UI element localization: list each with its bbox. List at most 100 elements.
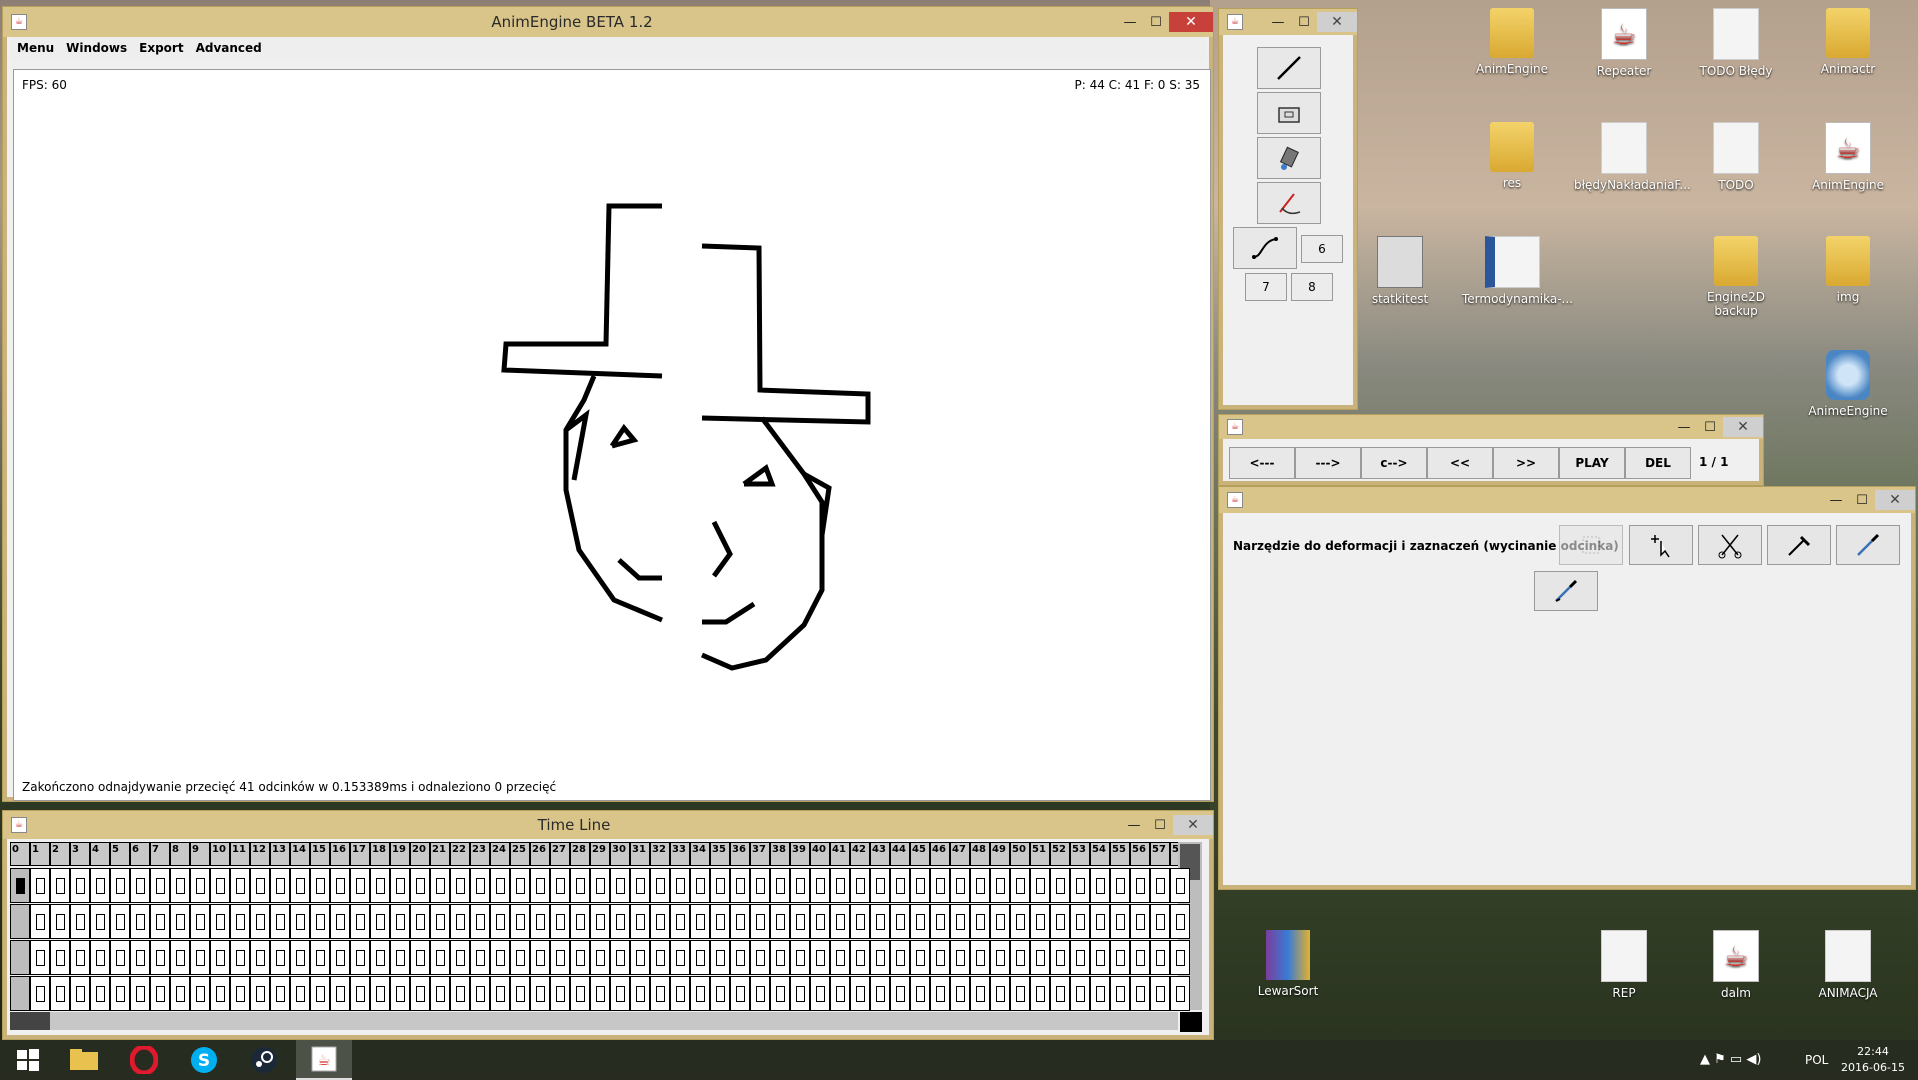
drawing-canvas[interactable]: FPS: 60 P: 44 C: 41 F: 0 S: 35 Zakończon… xyxy=(13,69,1211,801)
timeline-cell[interactable] xyxy=(910,904,930,939)
timeline-frame-header[interactable]: 7 xyxy=(150,842,170,866)
timeline-cell[interactable] xyxy=(270,940,290,975)
timeline-cell[interactable] xyxy=(530,904,550,939)
timeline-frame-header[interactable]: 35 xyxy=(710,842,730,866)
timeline-frame-header[interactable]: 51 xyxy=(1030,842,1050,866)
timeline-frame-header[interactable]: 20 xyxy=(410,842,430,866)
timeline-cell[interactable] xyxy=(1030,868,1050,903)
desktop-icon[interactable]: REP xyxy=(1574,930,1674,1000)
timeline-cell[interactable] xyxy=(350,976,370,1011)
timeline-cell[interactable] xyxy=(890,868,910,903)
taskbar-skype[interactable]: S xyxy=(176,1040,232,1080)
desktop-icon[interactable]: ☕ AnimEngine xyxy=(1798,122,1898,192)
timeline-cell[interactable] xyxy=(970,976,990,1011)
timeline-frame-header[interactable]: 22 xyxy=(450,842,470,866)
timeline-cell[interactable] xyxy=(750,904,770,939)
tool-button-8[interactable]: 8 xyxy=(1291,273,1333,301)
timeline-cell[interactable] xyxy=(310,976,330,1011)
timeline-cell[interactable] xyxy=(70,868,90,903)
timeline-cell[interactable] xyxy=(890,940,910,975)
timeline-frame-header[interactable]: 28 xyxy=(570,842,590,866)
tray-icons[interactable]: ▲ ⚑ ▭ ◀) xyxy=(1700,1052,1761,1067)
timeline-cell[interactable] xyxy=(1070,976,1090,1011)
timeline-cell[interactable] xyxy=(230,940,250,975)
desktop-icon[interactable]: Animactr xyxy=(1798,8,1898,76)
timeline-cell[interactable] xyxy=(970,868,990,903)
timeline-cell[interactable] xyxy=(210,940,230,975)
timeline-cell[interactable] xyxy=(110,868,130,903)
timeline-cell[interactable] xyxy=(70,940,90,975)
timeline-cell[interactable] xyxy=(690,976,710,1011)
timeline-cell[interactable] xyxy=(230,904,250,939)
timeline-cell[interactable] xyxy=(490,940,510,975)
timeline-cell[interactable] xyxy=(1130,940,1150,975)
timeline-cell[interactable] xyxy=(450,868,470,903)
minimize-button[interactable]: — xyxy=(1823,490,1849,510)
timeline-cell[interactable] xyxy=(330,976,350,1011)
desktop-icon[interactable]: statkitest xyxy=(1350,236,1450,306)
timeline-cell[interactable] xyxy=(90,940,110,975)
timeline-frame-header[interactable]: 13 xyxy=(270,842,290,866)
timeline-cell[interactable] xyxy=(410,976,430,1011)
timeline-cell[interactable] xyxy=(370,976,390,1011)
timeline-cell[interactable] xyxy=(1030,976,1050,1011)
timeline-cell[interactable] xyxy=(1070,904,1090,939)
timeline-cell[interactable] xyxy=(990,940,1010,975)
timeline-cell[interactable] xyxy=(1050,904,1070,939)
timeline-cell[interactable] xyxy=(750,868,770,903)
timeline-cell[interactable] xyxy=(670,868,690,903)
timeline-cell[interactable] xyxy=(990,904,1010,939)
taskbar-steam[interactable] xyxy=(236,1040,292,1080)
cut-button[interactable] xyxy=(1698,525,1762,565)
timeline-cell[interactable] xyxy=(810,940,830,975)
timeline-cell[interactable] xyxy=(370,940,390,975)
line-tool-button[interactable] xyxy=(1257,47,1321,89)
timeline-cell[interactable] xyxy=(930,904,950,939)
timeline-cell[interactable] xyxy=(290,868,310,903)
timeline-cell[interactable] xyxy=(950,940,970,975)
timeline-frame-header[interactable]: 39 xyxy=(790,842,810,866)
prev-frame-button[interactable]: <--- xyxy=(1229,447,1295,479)
menu-item-advanced[interactable]: Advanced xyxy=(190,41,268,55)
timeline-cell[interactable] xyxy=(70,904,90,939)
desktop-icon[interactable]: LewarSort xyxy=(1238,930,1338,998)
timeline-cell[interactable] xyxy=(1110,940,1130,975)
timeline-cell[interactable] xyxy=(790,976,810,1011)
timeline-cell[interactable] xyxy=(590,904,610,939)
timeline-cell[interactable] xyxy=(770,868,790,903)
timeline-cell[interactable] xyxy=(670,904,690,939)
timeline-cell[interactable] xyxy=(1090,868,1110,903)
timeline-cell[interactable] xyxy=(370,868,390,903)
timeline-cell[interactable] xyxy=(650,868,670,903)
timeline-cell[interactable] xyxy=(1150,940,1170,975)
timeline-cell[interactable] xyxy=(750,940,770,975)
timeline-cell[interactable] xyxy=(430,904,450,939)
timeline-frame-header[interactable]: 29 xyxy=(590,842,610,866)
timeline-frame-header[interactable]: 44 xyxy=(890,842,910,866)
timeline-cell[interactable] xyxy=(250,940,270,975)
start-button[interactable] xyxy=(0,1040,56,1080)
timeline-cell[interactable] xyxy=(410,940,430,975)
timeline-frame-header[interactable]: 19 xyxy=(390,842,410,866)
timeline-cell[interactable] xyxy=(90,976,110,1011)
timeline-cell[interactable] xyxy=(1010,868,1030,903)
desktop-icon[interactable]: AnimeEngine xyxy=(1798,350,1898,418)
timeline-cell[interactable] xyxy=(690,904,710,939)
timeline-cell[interactable] xyxy=(170,904,190,939)
timeline-cell[interactable] xyxy=(570,904,590,939)
timeline-frame-header[interactable]: 42 xyxy=(850,842,870,866)
deform-window-titlebar[interactable]: ☕ — ☐ ✕ xyxy=(1219,487,1915,513)
timeline-cell[interactable] xyxy=(570,976,590,1011)
desktop-icon[interactable]: Termodynamika-... xyxy=(1462,236,1573,306)
timeline-frame-header[interactable]: 11 xyxy=(230,842,250,866)
timeline-cell[interactable] xyxy=(290,904,310,939)
close-button[interactable]: ✕ xyxy=(1723,417,1763,437)
menu-item-export[interactable]: Export xyxy=(133,41,189,55)
timeline-cell[interactable] xyxy=(50,904,70,939)
timeline-frame-header[interactable]: 43 xyxy=(870,842,890,866)
timeline-cell[interactable] xyxy=(630,904,650,939)
timeline-cell[interactable] xyxy=(210,976,230,1011)
timeline-cell[interactable] xyxy=(530,976,550,1011)
timeline-cell[interactable] xyxy=(550,868,570,903)
timeline-cell[interactable] xyxy=(90,904,110,939)
